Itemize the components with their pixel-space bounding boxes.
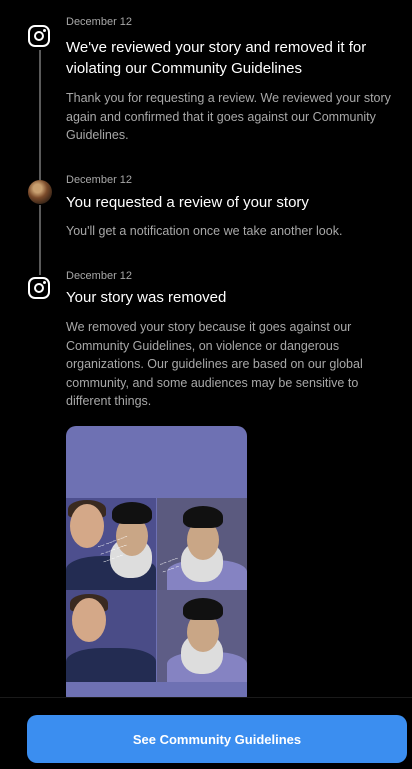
notification-body: We removed your story because it goes ag… [66, 320, 363, 408]
user-avatar [28, 180, 52, 204]
see-community-guidelines-button[interactable]: See Community Guidelines [27, 715, 407, 763]
story-image-panel [66, 590, 156, 682]
story-image-panel: ~~ ~~~ ~~~ ~ ~~~ ~~~ ~~ ~ ~~ [66, 498, 156, 590]
story-image-panel: ~~ ~~~ ~ ~~ ~ [157, 498, 247, 590]
notification-date: December 12 [66, 270, 133, 282]
timeline-line [39, 50, 41, 180]
instagram-icon [28, 25, 50, 47]
notification-title: You requested a review of your story [66, 194, 309, 211]
timeline-line [39, 205, 41, 275]
story-image-panel [157, 590, 247, 682]
notification-title: Your story was removed [66, 289, 227, 306]
notification-body: Thank you for requesting a review. We re… [66, 91, 391, 142]
notification-body: You'll get a notification once we take a… [66, 224, 343, 238]
notification-date: December 12 [66, 174, 133, 186]
instagram-icon [28, 277, 50, 299]
notification-date: December 12 [66, 16, 133, 28]
removed-story-thumbnail[interactable]: ~~ ~~~ ~~~ ~ ~~~ ~~~ ~~ ~ ~~ ~~ ~~~ ~ ~~ ~ [66, 426, 247, 706]
notification-title: We've reviewed your story and removed it… [66, 39, 367, 77]
